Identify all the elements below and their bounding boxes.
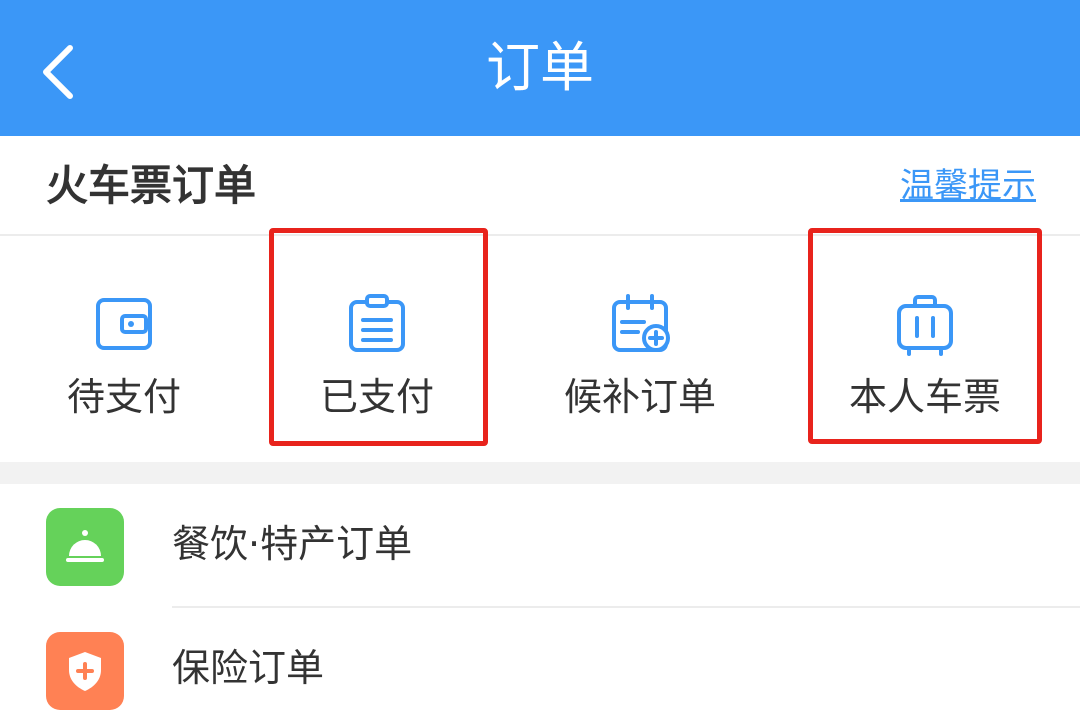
order-list: 餐饮·特产订单 保险订单 [0, 484, 1080, 726]
quick-action-label: 已支付 [319, 375, 434, 419]
quick-actions: 待支付 已支付 候补订单 本人车票 [0, 238, 1080, 462]
section-gap [0, 462, 1080, 484]
quick-action-my-tickets[interactable]: 本人车票 [812, 238, 1038, 462]
section-header: 火车票订单 温馨提示 [0, 136, 1080, 236]
nav-bar: 订单 [0, 0, 1080, 136]
wallet-icon [96, 298, 152, 350]
list-item-insurance-orders[interactable]: 保险订单 [0, 608, 1080, 726]
suitcase-icon [897, 295, 953, 356]
page-title: 订单 [486, 36, 594, 99]
tips-link[interactable]: 温馨提示 [900, 162, 1036, 210]
clipboard-icon [349, 294, 405, 352]
list-item-label: 保险订单 [172, 646, 325, 690]
list-item-label: 餐饮·特产订单 [172, 522, 413, 566]
quick-action-label: 候补订单 [563, 375, 716, 419]
quick-action-label: 待支付 [66, 375, 181, 419]
quick-action-waitlist[interactable]: 候补订单 [540, 238, 740, 462]
list-item-catering-orders[interactable]: 餐饮·特产订单 [0, 484, 1080, 608]
insurance-icon-badge [46, 632, 124, 710]
catering-icon-badge [46, 508, 124, 586]
quick-action-paid[interactable]: 已支付 [272, 238, 482, 462]
calendar-add-icon [612, 294, 670, 352]
quick-action-label: 本人车票 [848, 375, 1001, 419]
quick-action-pending-payment[interactable]: 待支付 [44, 238, 204, 462]
section-title: 火车票订单 [46, 161, 257, 210]
shield-plus-icon [69, 652, 101, 691]
service-bell-icon [66, 530, 104, 562]
